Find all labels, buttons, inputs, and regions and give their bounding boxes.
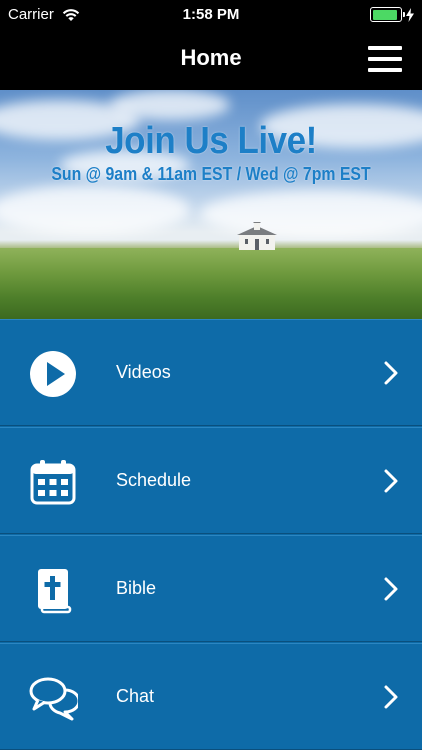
banner-subtitle: Sun @ 9am & 11am EST / Wed @ 7pm EST	[51, 164, 371, 184]
play-circle-icon	[30, 351, 76, 397]
chevron-right-icon	[384, 469, 398, 493]
status-right	[370, 7, 414, 22]
menu-item-label: Bible	[116, 578, 157, 598]
church-image	[237, 222, 277, 250]
menu-item-label: Schedule	[116, 470, 192, 490]
battery-icon	[370, 7, 405, 22]
status-time: 1:58 PM	[182, 6, 240, 23]
menu-item-label: Videos	[116, 362, 171, 382]
page-title: Home	[180, 45, 242, 70]
calendar-icon	[30, 460, 76, 505]
chevron-right-icon	[384, 577, 398, 601]
live-banner[interactable]: Join Us Live! Sun @ 9am & 11am EST / Wed…	[0, 90, 422, 319]
menu-item-bible[interactable]: Bible	[0, 535, 422, 642]
bible-icon	[38, 569, 72, 614]
menu-item-schedule[interactable]: Schedule	[0, 427, 422, 534]
chevron-right-icon	[384, 361, 398, 385]
chat-bubbles-icon	[29, 677, 78, 721]
banner-title: Join Us Live!	[105, 120, 317, 162]
status-bar: Carrier 1:58 PM	[0, 0, 422, 30]
menu-item-label: Chat	[116, 686, 155, 706]
grass-field	[0, 248, 422, 319]
menu-list: Videos Schedule Bible Chat	[0, 319, 422, 750]
charging-bolt-icon	[406, 7, 414, 22]
hamburger-menu-icon[interactable]	[368, 46, 402, 72]
menu-item-chat[interactable]: Chat	[0, 643, 422, 750]
menu-item-videos[interactable]: Videos	[0, 319, 422, 426]
nav-bar: Home	[0, 30, 422, 90]
chevron-right-icon	[384, 685, 398, 709]
battery-level	[372, 9, 398, 20]
